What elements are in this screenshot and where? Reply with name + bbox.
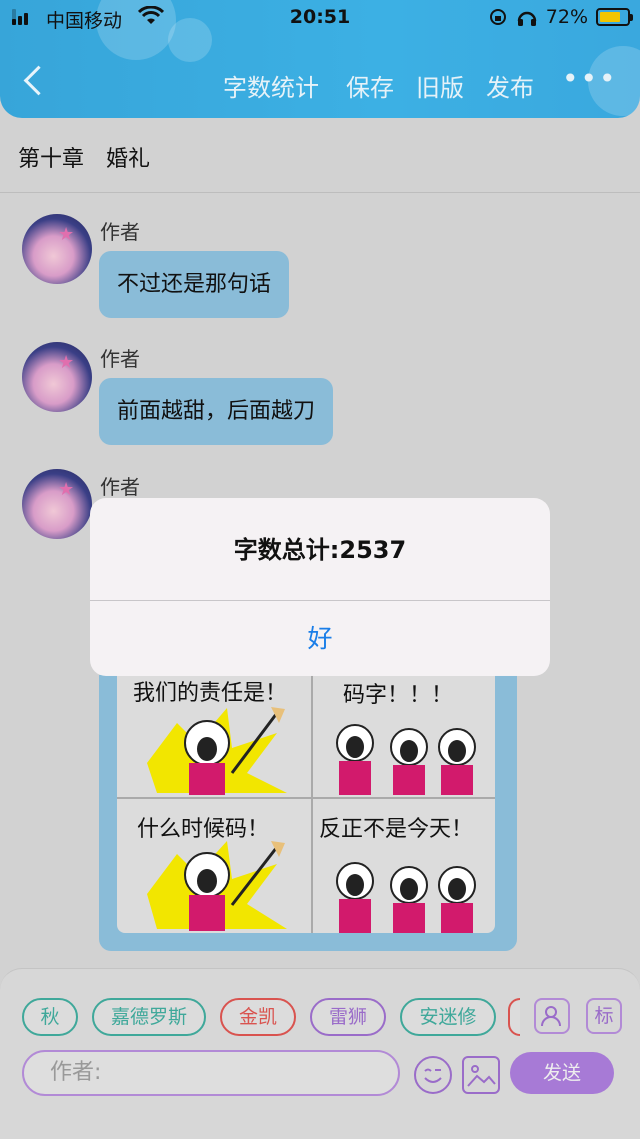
meme-figure: [147, 707, 287, 795]
top-header: 中国移动 20:51 72% 字数统计 保存 旧版 发布 •••: [0, 0, 640, 118]
headphones-icon: [517, 11, 537, 26]
old-version-button[interactable]: 旧版: [416, 68, 464, 103]
character-tag[interactable]: 安迷修: [400, 998, 496, 1036]
orientation-lock-icon: [489, 9, 506, 25]
back-button[interactable]: [22, 64, 42, 100]
divider: [311, 675, 313, 933]
status-right: 72%: [488, 6, 633, 28]
publish-button[interactable]: 发布: [486, 68, 534, 103]
divider: [0, 192, 640, 193]
message-bubble[interactable]: 不过还是那句话: [99, 251, 290, 318]
image-picker-icon[interactable]: [462, 1056, 500, 1094]
chapter-title[interactable]: 第十章 婚礼: [18, 141, 150, 173]
meme-image[interactable]: 我们的责任是！ 码字！！！ 什么时候码！ 反正不是今天！: [117, 675, 495, 933]
meme-figure: [147, 841, 287, 931]
character-tag[interactable]: 秋: [22, 998, 78, 1036]
meme-figure: [336, 862, 476, 933]
character-tag-partial[interactable]: [508, 998, 520, 1036]
meme-caption: 反正不是今天！: [319, 817, 474, 842]
avatar[interactable]: ★: [22, 214, 92, 284]
alert-ok-button[interactable]: 好: [90, 601, 550, 676]
character-tag[interactable]: 嘉德罗斯: [92, 998, 206, 1036]
status-bar: 中国移动 20:51 72%: [0, 0, 640, 36]
send-button[interactable]: 发送: [510, 1052, 614, 1094]
character-manage-icon[interactable]: [534, 998, 570, 1034]
alert-message: 字数总计:2537: [233, 536, 407, 564]
word-count-button[interactable]: 字数统计: [223, 68, 319, 103]
save-button[interactable]: 保存: [346, 68, 394, 103]
tag-label-button[interactable]: 标: [586, 998, 622, 1034]
message-author: 作者: [100, 347, 140, 371]
message-author: 作者: [100, 475, 140, 499]
word-count-alert: 字数总计:2537 好: [90, 498, 550, 676]
character-tag[interactable]: 金凯: [220, 998, 296, 1036]
avatar[interactable]: ★: [22, 469, 92, 539]
message-bubble[interactable]: 前面越甜，后面越刀: [99, 378, 334, 445]
meme-figure: [336, 724, 476, 795]
avatar[interactable]: ★: [22, 342, 92, 412]
message-input[interactable]: 作者:: [22, 1050, 400, 1096]
battery-icon: [596, 8, 633, 26]
more-menu-button[interactable]: •••: [562, 62, 618, 95]
character-tag[interactable]: 雷狮: [310, 998, 386, 1036]
battery-percent: 72%: [545, 6, 588, 28]
divider: [117, 797, 495, 799]
emoji-icon[interactable]: [414, 1056, 452, 1094]
message-author: 作者: [100, 220, 140, 244]
